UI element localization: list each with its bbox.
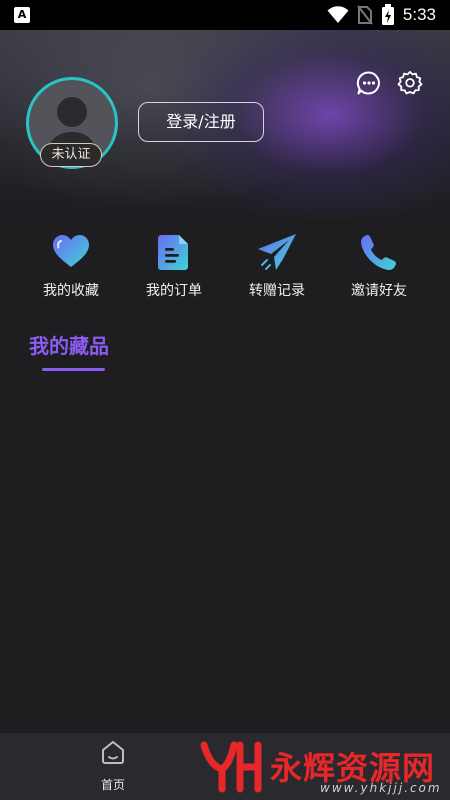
document-icon bbox=[158, 235, 188, 270]
phone-icon bbox=[361, 235, 396, 270]
battery-charging-icon bbox=[381, 4, 394, 25]
paper-plane-icon bbox=[258, 234, 296, 270]
no-sim-icon bbox=[357, 5, 373, 25]
action-label: 转赠记录 bbox=[249, 283, 305, 299]
action-label: 邀请好友 bbox=[351, 283, 407, 299]
status-icons: 5:33 bbox=[327, 0, 436, 30]
action-transfer-records[interactable]: 转赠记录 bbox=[227, 232, 327, 304]
watermark-url: www.yhkjjj.com bbox=[320, 781, 442, 795]
nav-home[interactable]: 首页 bbox=[85, 733, 141, 800]
login-register-button[interactable]: 登录/注册 bbox=[138, 102, 264, 142]
verification-badge: 未认证 bbox=[40, 143, 102, 167]
app-notification-icon: A bbox=[14, 7, 30, 23]
profile-header: 未认证 登录/注册 bbox=[0, 30, 450, 220]
message-icon[interactable] bbox=[356, 70, 382, 96]
status-time: 5:33 bbox=[402, 5, 436, 24]
quick-actions: 我的收藏 我的订单 转赠记录 邀请好友 bbox=[0, 232, 450, 304]
settings-gear-icon[interactable] bbox=[397, 70, 423, 96]
action-favorites[interactable]: 我的收藏 bbox=[21, 232, 121, 304]
watermark: 永辉资源网 www.yhkjjj.com bbox=[200, 737, 450, 797]
heart-icon bbox=[53, 235, 89, 267]
tab-underline-indicator bbox=[42, 368, 105, 371]
collection-tab-title[interactable]: 我的藏品 bbox=[29, 330, 109, 359]
watermark-logo bbox=[200, 741, 262, 793]
action-orders[interactable]: 我的订单 bbox=[124, 232, 224, 304]
action-invite-friends[interactable]: 邀请好友 bbox=[329, 232, 429, 304]
wifi-icon bbox=[327, 6, 349, 23]
action-label: 我的收藏 bbox=[43, 283, 99, 299]
nav-home-label: 首页 bbox=[100, 778, 125, 792]
status-bar: A 5:33 bbox=[0, 0, 450, 30]
home-icon bbox=[102, 741, 124, 764]
action-label: 我的订单 bbox=[146, 283, 202, 299]
